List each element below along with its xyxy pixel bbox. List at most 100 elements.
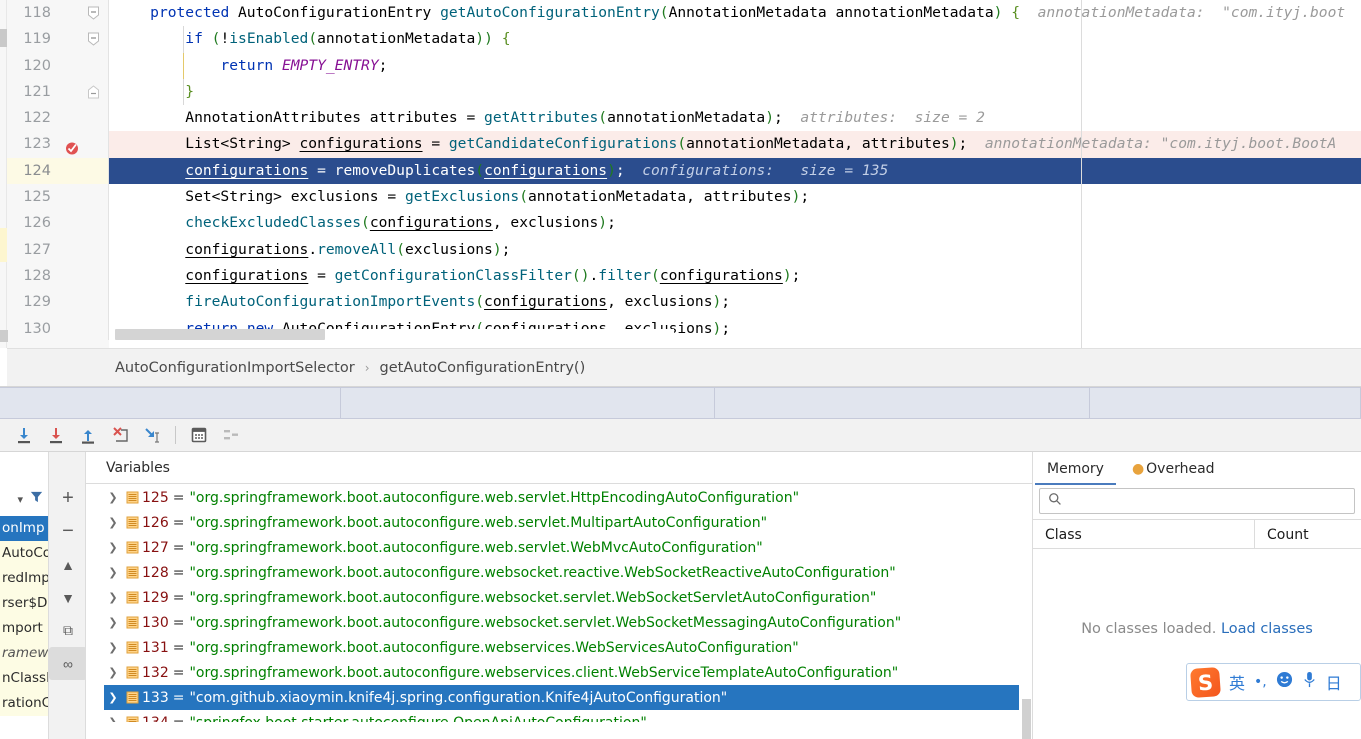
line-number[interactable]: 120 [7,53,109,79]
expand-arrow-icon[interactable]: ❯ [104,516,122,529]
force-step-into-icon[interactable] [104,422,136,448]
watches-toggle-button[interactable]: ∞ [49,647,87,680]
line-number[interactable]: 128 [7,263,109,289]
code-line[interactable]: configurations = removeDuplicates(config… [109,157,1361,185]
frame-list-item[interactable]: rationC [0,691,48,716]
debug-tab-segment-4[interactable] [1090,387,1361,419]
debug-tab-segment-3[interactable] [715,387,1090,419]
variable-row[interactable]: ❯ 129 = "org.springframework.boot.autoconfi… [104,585,1019,610]
line-number[interactable]: 121 [7,79,109,105]
trace-current-stream-icon[interactable] [215,422,247,448]
column-header-count[interactable]: Count [1255,520,1361,548]
frame-list-item[interactable]: redImp [0,566,48,591]
breadcrumb-method[interactable]: getAutoConfigurationEntry() [380,360,586,376]
fold-end-icon[interactable] [88,85,99,99]
column-header-class[interactable]: Class [1033,520,1255,548]
expand-arrow-icon[interactable]: ❯ [104,541,122,554]
code-line[interactable]: AnnotationAttributes attributes = getAtt… [109,105,1361,131]
variable-row[interactable]: ❯ 133 = "com.github.xiaoymin.knife4j.spring… [104,685,1019,710]
code-line[interactable]: return EMPTY_ENTRY; [109,53,1361,79]
variables-vscrollbar-thumb[interactable] [1022,699,1031,739]
frame-list-item[interactable]: ramew [0,641,48,666]
copy-button[interactable]: ⧉ [49,614,87,647]
line-number[interactable]: 122 [7,105,109,131]
sogou-ime-toolbar[interactable]: S 英 •, 日 [1186,663,1361,701]
sogou-logo-icon[interactable]: S [1190,666,1221,698]
expand-arrow-icon[interactable]: ❯ [104,691,122,704]
load-classes-link[interactable]: Load classes [1221,621,1313,637]
line-number[interactable]: 124 [7,157,109,185]
breadcrumb-class[interactable]: AutoConfigurationImportSelector [115,360,355,376]
expand-arrow-icon[interactable]: ❯ [104,491,122,504]
memory-tab-overhead[interactable]: ● Overhead [1118,454,1229,485]
frames-panel[interactable]: ▾ onImp AutoCo redImp rser$D mport ramew nClas… [0,452,48,739]
step-out-icon[interactable] [72,422,104,448]
line-number[interactable]: 119 [7,26,109,52]
frame-list-item[interactable]: AutoCo [0,541,48,566]
fold-collapse-icon[interactable] [88,6,99,20]
variable-row[interactable]: ❯ 131 = "org.springframework.boot.autoconfi… [104,635,1019,660]
ime-toolbox-icon[interactable]: 日 [1326,670,1342,694]
move-down-button[interactable]: ▼ [49,581,87,614]
code-line[interactable]: protected AutoConfigurationEntry getAuto… [109,0,1361,26]
line-number[interactable]: 126 [7,210,109,236]
memory-tab-memory[interactable]: Memory [1033,454,1118,485]
variable-row[interactable]: ❯ 132 = "org.springframework.boot.autoconfi… [104,660,1019,685]
code-line[interactable]: List<String> configurations = getCandida… [109,131,1361,158]
run-to-cursor-icon[interactable] [136,422,168,448]
line-number[interactable]: 118 [7,0,109,26]
line-number[interactable]: 129 [7,289,109,315]
ime-emoji-icon[interactable] [1276,671,1293,693]
evaluate-expression-icon[interactable] [183,422,215,448]
expand-arrow-icon[interactable]: ❯ [104,641,122,654]
expand-arrow-icon[interactable]: ❯ [104,716,122,722]
filter-icon[interactable] [29,489,44,509]
breakpoint-icon[interactable] [65,138,79,155]
expand-arrow-icon[interactable]: ❯ [104,591,122,604]
code-line[interactable]: } [109,79,1361,105]
move-up-button[interactable]: ▲ [49,548,87,581]
step-over-icon[interactable] [8,422,40,448]
memory-tab-bar[interactable]: Memory ● Overhead [1033,452,1361,485]
code-text-area[interactable]: protected AutoConfigurationEntry getAuto… [109,0,1361,348]
variable-row[interactable]: ❯ 128 = "org.springframework.boot.autoconfi… [104,560,1019,585]
step-into-icon[interactable] [40,422,72,448]
line-number[interactable]: 123 [7,131,109,157]
memory-search-box[interactable] [1039,488,1355,514]
debug-tab-strip[interactable] [0,386,1361,419]
dropdown-caret-icon[interactable]: ▾ [17,493,23,506]
code-line[interactable]: fireAutoConfigurationImportEvents(config… [109,289,1361,315]
code-line[interactable]: Set<String> exclusions = getExclusions(a… [109,184,1361,210]
fold-collapse-icon[interactable] [88,32,99,46]
line-number[interactable]: 125 [7,184,109,210]
debug-tab-segment-1[interactable] [0,387,341,419]
breadcrumb[interactable]: AutoConfigurationImportSelector › getAut… [7,348,1361,386]
editor-gutter[interactable]: 118 119 120 121 122 123 124 125 126 127 128 129 130 [7,0,109,348]
ime-voice-icon[interactable] [1302,671,1317,693]
code-line[interactable]: checkExcludedClasses(configurations, exc… [109,210,1361,236]
line-number[interactable]: 130 [7,316,109,342]
variables-list[interactable]: ❯ 125 = "org.springframework.boot.autoconfi… [104,485,1019,722]
editor-hscrollbar-thumb[interactable] [115,329,325,340]
variable-row[interactable]: ❯ 127 = "org.springframework.boot.autoconfi… [104,535,1019,560]
variable-row[interactable]: ❯ 126 = "org.springframework.boot.autoconfi… [104,510,1019,535]
remove-watch-button[interactable]: − [49,515,87,548]
frame-list-item[interactable]: rser$D [0,591,48,616]
editor-vscrollbar-thumb[interactable] [0,330,8,342]
ime-punctuation[interactable]: •, [1254,674,1267,690]
line-number[interactable]: 127 [7,237,109,263]
frame-list-item[interactable]: nClassP [0,666,48,691]
code-line[interactable]: if (!isEnabled(annotationMetadata)) { [109,26,1361,52]
ime-lang-english[interactable]: 英 [1229,670,1245,694]
expand-arrow-icon[interactable]: ❯ [104,566,122,579]
code-editor[interactable]: 118 119 120 121 122 123 124 125 126 127 128 129 130 … [0,0,1361,348]
variables-panel[interactable]: Variables ❯ 125 = "org.springframework.boot… [86,452,1033,739]
debug-tab-segment-2[interactable] [341,387,715,419]
frame-list-item[interactable]: onImp [0,516,48,541]
variable-row[interactable]: ❯ 125 = "org.springframework.boot.autoconfi… [104,485,1019,510]
frame-list-item[interactable]: mport [0,616,48,641]
variable-row[interactable]: ❯ 134 = "springfox.boot.starter.autoconfigu… [104,710,1019,722]
add-watch-button[interactable]: + [49,482,87,515]
expand-arrow-icon[interactable]: ❯ [104,666,122,679]
memory-search-input[interactable] [1068,492,1354,510]
